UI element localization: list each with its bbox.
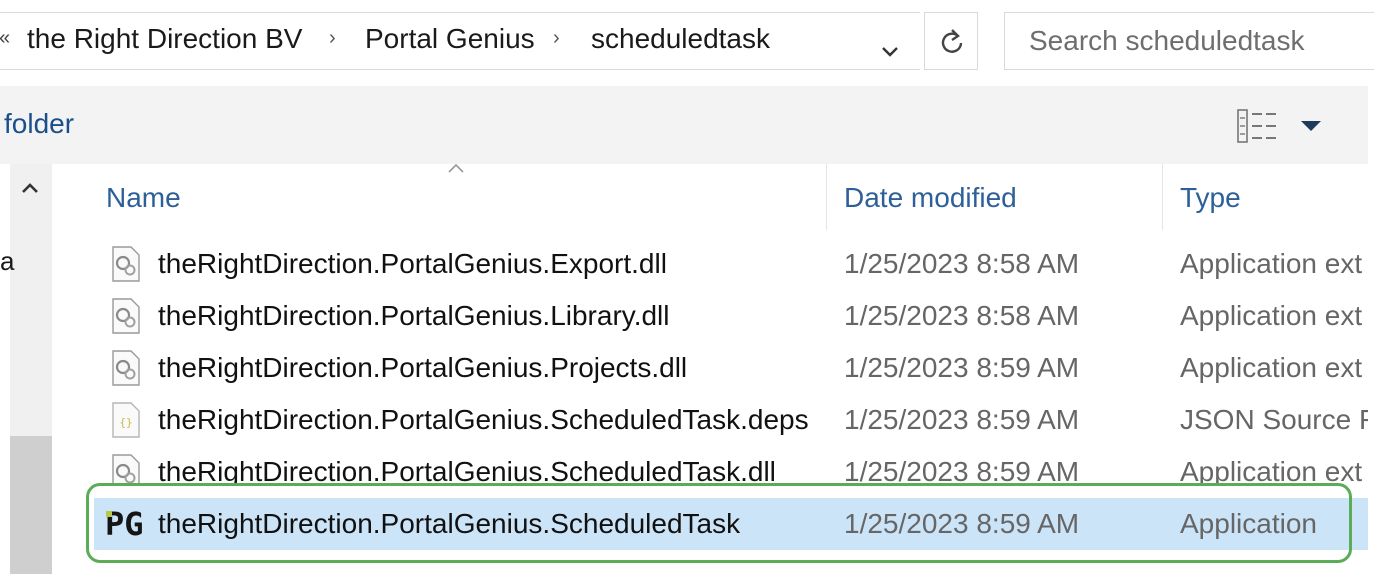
refresh-button[interactable] <box>924 12 978 70</box>
file-row[interactable]: {} theRightDirection.PortalGenius.Schedu… <box>94 394 1368 446</box>
file-name: theRightDirection.PortalGenius.Library.d… <box>158 300 670 331</box>
nav-scrollbar-thumb[interactable] <box>10 436 52 574</box>
file-row[interactable]: theRightDirection.PortalGenius.Library.d… <box>94 290 1368 342</box>
file-name: theRightDirection.PortalGenius.Scheduled… <box>158 404 809 435</box>
file-date-modified: 1/25/2023 8:59 AM <box>844 508 1080 539</box>
file-name: theRightDirection.PortalGenius.Scheduled… <box>158 456 776 484</box>
file-row-selected[interactable]: PG theRightDirection.PortalGenius.Schedu… <box>94 498 1368 550</box>
file-type: Application ext <box>1180 300 1363 331</box>
new-folder-button[interactable]: folder <box>4 108 74 140</box>
file-row[interactable]: theRightDirection.PortalGenius.Projects.… <box>94 342 1368 394</box>
file-type: Application <box>1180 508 1317 539</box>
address-bar[interactable]: « the Right Direction BV › Portal Genius… <box>0 12 920 70</box>
breadcrumb-item-the-right-direction[interactable]: the Right Direction BV <box>27 23 302 55</box>
command-bar: folder <box>0 86 1368 164</box>
file-type: JSON Source Fi <box>1180 404 1368 435</box>
svg-text:{}: {} <box>119 416 132 429</box>
file-date-modified: 1/25/2023 8:58 AM <box>844 248 1080 279</box>
file-row[interactable]: theRightDirection.PortalGenius.Scheduled… <box>94 450 1368 484</box>
file-name: theRightDirection.PortalGenius.Projects.… <box>158 352 688 383</box>
file-name: theRightDirection.PortalGenius.Scheduled… <box>158 508 741 539</box>
file-type: Application ext <box>1180 456 1363 484</box>
file-type: Application ext <box>1180 352 1363 383</box>
breadcrumb-chevron-icon[interactable]: › <box>553 27 560 50</box>
breadcrumb-item-portal-genius[interactable]: Portal Genius <box>365 23 535 55</box>
file-date-modified: 1/25/2023 8:59 AM <box>844 352 1080 383</box>
file-row[interactable]: theRightDirection.PortalGenius.Export.dl… <box>94 238 1368 290</box>
column-header-name[interactable]: Name <box>106 182 181 214</box>
dll-file-icon <box>112 298 140 334</box>
chevron-up-icon[interactable] <box>18 176 42 200</box>
dll-file-icon <box>112 246 140 282</box>
file-date-modified: 1/25/2023 8:59 AM <box>844 404 1080 435</box>
refresh-icon <box>941 29 963 53</box>
file-explorer-window: « the Right Direction BV › Portal Genius… <box>0 0 1374 574</box>
file-date-modified: 1/25/2023 8:59 AM <box>844 456 1080 484</box>
json-file-icon: {} <box>112 402 140 438</box>
navigation-pane[interactable]: a <box>0 164 52 574</box>
details-view-icon[interactable] <box>1236 108 1280 144</box>
column-header-type[interactable]: Type <box>1180 182 1241 214</box>
column-divider[interactable] <box>1162 164 1163 230</box>
chevron-down-icon[interactable] <box>877 39 903 65</box>
nav-item-label[interactable]: a <box>0 246 14 277</box>
search-input[interactable]: Search scheduledtask <box>1004 12 1374 70</box>
sort-ascending-icon <box>448 163 464 173</box>
svg-text:PG: PG <box>105 505 144 541</box>
file-name: theRightDirection.PortalGenius.Export.dl… <box>158 248 667 279</box>
dll-file-icon <box>112 454 140 484</box>
caret-down-icon[interactable] <box>1300 120 1322 132</box>
portal-genius-app-icon: PG <box>105 505 144 541</box>
file-row-clipped: theRightDirection.PortalGenius.Scheduled… <box>94 450 1368 484</box>
breadcrumb-chevron-icon[interactable]: › <box>329 27 336 50</box>
dll-file-icon <box>112 350 140 386</box>
breadcrumb-overflow-icon[interactable]: « <box>0 27 10 50</box>
file-date-modified: 1/25/2023 8:58 AM <box>844 300 1080 331</box>
column-header-date-modified[interactable]: Date modified <box>844 182 1017 214</box>
column-divider[interactable] <box>826 164 827 230</box>
nav-scrollbar-track[interactable] <box>10 164 52 436</box>
breadcrumb-item-scheduledtask[interactable]: scheduledtask <box>591 23 770 55</box>
file-type: Application ext <box>1180 248 1363 279</box>
